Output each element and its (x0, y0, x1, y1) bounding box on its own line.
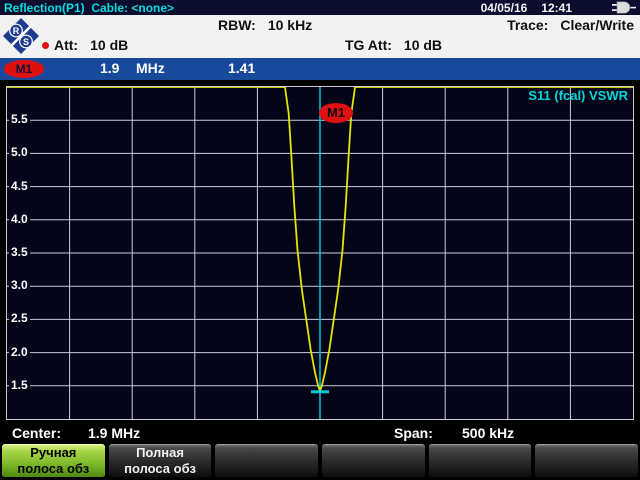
y-axis-label: 3.5 (9, 245, 30, 260)
softkey-label-line2: полоса обз (17, 461, 89, 477)
softkey-label-line2: полоса обз (124, 461, 196, 477)
rbw-value: 10 kHz (268, 17, 312, 33)
top-status-bar: Reflection(P1) Cable: <none> 04/05/16 12… (0, 0, 640, 15)
y-axis-label: 4.0 (9, 212, 30, 227)
softkey-label-line1: Полная (136, 445, 184, 461)
y-axis-label: 5.0 (9, 145, 30, 160)
rbw-setting: RBW: 10 kHz (218, 17, 312, 33)
marker-m1-badge: M1 (4, 60, 44, 78)
vswr-trace-plot (7, 87, 633, 419)
marker-value: 1.41 (228, 60, 255, 76)
softkey-6[interactable] (535, 444, 638, 478)
chart-region: 5.5 5.0 4.5 4.0 3.5 3.0 2.5 2.0 1.5 S11 (fcal) V… (0, 80, 640, 423)
trace-mode-label: S11 (fcal) VSWR (528, 88, 628, 103)
span-value: 500 kHz (462, 425, 514, 441)
measurement-title: Reflection(P1) Cable: <none> (4, 1, 174, 15)
softkey-label-line1: Ручная (30, 445, 76, 461)
trace-value: Clear/Write (560, 17, 634, 33)
svg-text:S: S (23, 37, 29, 47)
softkey-5[interactable] (429, 444, 532, 478)
softkey-bar: Ручнаяполоса обзПолнаяполоса обз (0, 443, 640, 480)
frequency-footer: Center: 1.9 MHz Span: 500 kHz (0, 423, 640, 443)
marker-frequency-unit: MHz (136, 60, 165, 76)
trace-label: Trace: (507, 17, 548, 33)
y-axis-label: 2.0 (9, 345, 30, 360)
trace-setting: Trace: Clear/Write (507, 17, 634, 33)
span-label: Span: (394, 425, 433, 441)
chart-marker-m1-badge: M1 (319, 103, 353, 123)
tg-att-value: 10 dB (404, 37, 442, 53)
rohde-schwarz-logo: R S (2, 17, 40, 55)
settings-header: R S RBW: 10 kHz Trace: Clear/Write Att: 10 … (0, 15, 640, 58)
y-axis-label: 1.5 (9, 378, 30, 393)
softkey-2[interactable]: Полнаяполоса обз (109, 444, 212, 478)
tg-att-label: TG Att: (345, 37, 392, 53)
time-text: 12:41 (541, 1, 572, 15)
center-value: 1.9 MHz (88, 425, 140, 441)
marker-readout-bar: M1 1.9 MHz 1.41 (0, 58, 640, 80)
chart-area: 5.5 5.0 4.5 4.0 3.5 3.0 2.5 2.0 1.5 S11 (fcal) V… (6, 86, 634, 420)
marker-frequency: 1.9 (100, 60, 119, 76)
rbw-label: RBW: (218, 17, 256, 33)
date-text: 04/05/16 (481, 1, 528, 15)
center-label: Center: (12, 425, 61, 441)
tg-att-setting: TG Att: 10 dB (345, 37, 442, 53)
y-axis-label: 5.5 (9, 112, 30, 127)
att-label: Att: (54, 37, 78, 53)
datetime-area: 04/05/16 12:41 (481, 1, 636, 15)
y-axis-label: 2.5 (9, 311, 30, 326)
softkey-3[interactable] (215, 444, 318, 478)
softkey-4[interactable] (322, 444, 425, 478)
ac-plug-icon (612, 1, 636, 14)
ref-level-dot-icon (42, 42, 49, 49)
y-axis-label: 3.0 (9, 278, 30, 293)
softkey-1[interactable]: Ручнаяполоса обз (2, 444, 105, 478)
svg-text:R: R (13, 26, 20, 36)
instrument-screen: Reflection(P1) Cable: <none> 04/05/16 12… (0, 0, 640, 480)
att-setting: Att: 10 dB (42, 37, 128, 53)
y-axis-label: 4.5 (9, 179, 30, 194)
att-value: 10 dB (90, 37, 128, 53)
